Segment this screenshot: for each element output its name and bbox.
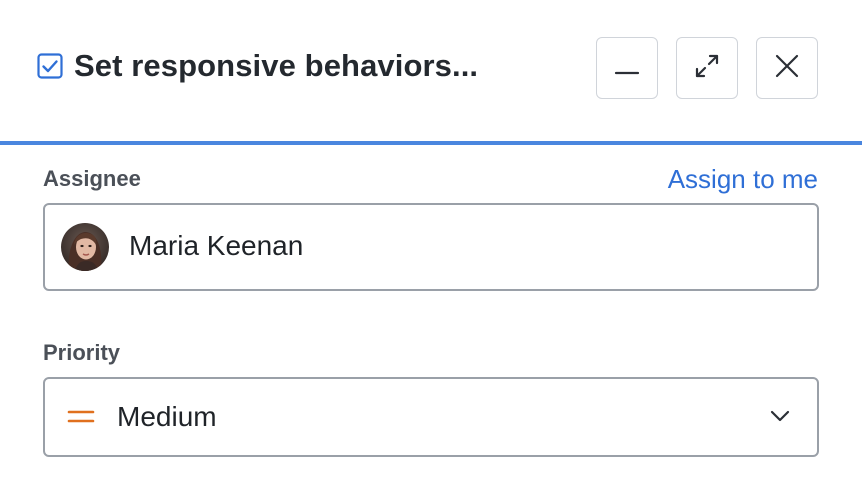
- panel-header: Set responsive behaviors...: [0, 0, 862, 145]
- priority-medium-icon: [67, 407, 95, 427]
- assignee-name: Maria Keenan: [129, 230, 304, 261]
- page-title: Set responsive behaviors...: [74, 48, 479, 83]
- chevron-down-icon[interactable]: [769, 408, 791, 424]
- title-row: Set responsive behaviors...: [37, 48, 478, 84]
- expand-icon: [692, 51, 722, 86]
- minimize-button[interactable]: [596, 37, 658, 99]
- close-icon: [773, 52, 801, 85]
- assignee-label: Assignee: [43, 166, 141, 191]
- checkbox-checked-icon[interactable]: [37, 53, 63, 79]
- close-button[interactable]: [756, 37, 818, 99]
- assignee-field[interactable]: Maria Keenan: [43, 203, 819, 291]
- expand-button[interactable]: [676, 37, 738, 99]
- priority-label: Priority: [43, 340, 121, 365]
- assign-to-me-link[interactable]: Assign to me: [668, 164, 818, 195]
- priority-value: Medium: [117, 401, 217, 432]
- task-detail-panel: Set responsive behaviors... Assignee Ass…: [0, 0, 862, 502]
- user-avatar: [61, 223, 109, 271]
- priority-select[interactable]: Medium: [43, 377, 819, 457]
- minimize-icon: [614, 53, 640, 84]
